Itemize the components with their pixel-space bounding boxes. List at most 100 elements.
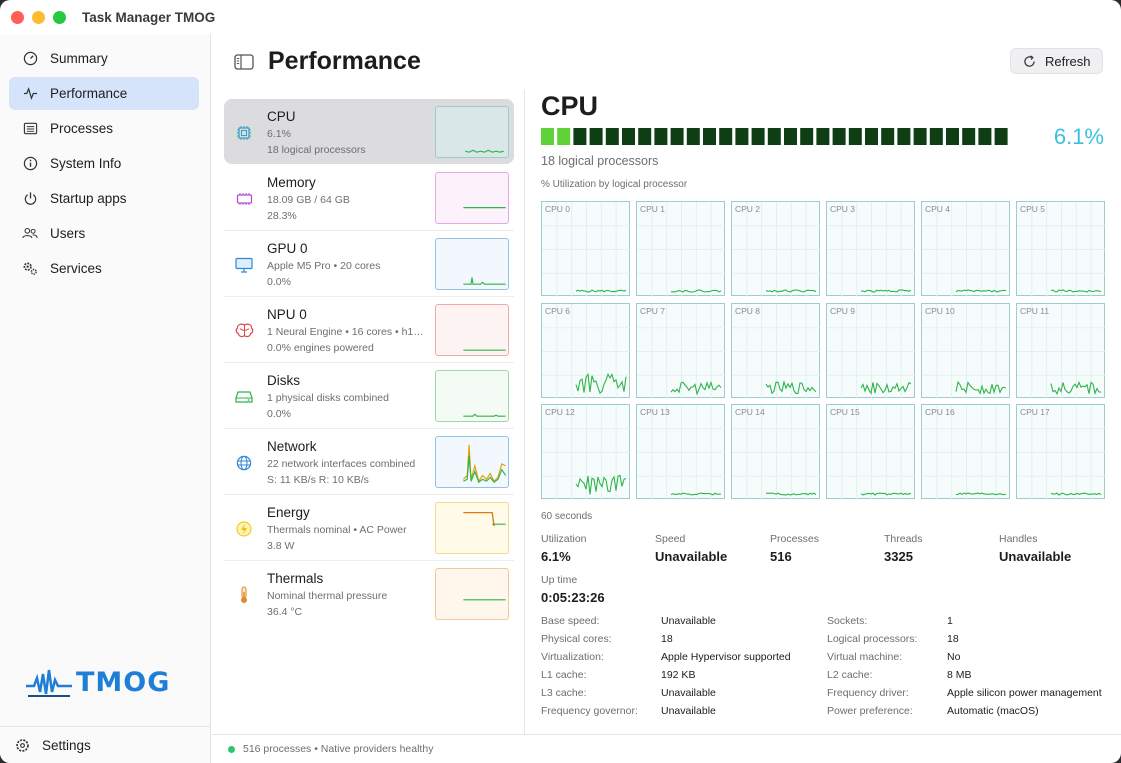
resource-name: Memory <box>267 175 316 190</box>
usage-segment <box>622 128 635 145</box>
usage-segment <box>719 128 733 145</box>
core-graph-plot <box>542 202 631 297</box>
core-graph-plot <box>922 303 1011 399</box>
info-row: Frequency governor: Unavailable Power pr… <box>541 705 1111 723</box>
info-row: Physical cores: 18 Logical processors: 1… <box>541 633 1111 651</box>
core-graph-plot <box>732 303 821 399</box>
sidebar-item-startup-apps[interactable]: Startup apps <box>9 182 199 215</box>
status-text: 516 processes • Native providers healthy <box>243 743 434 755</box>
core-label: CPU 7 <box>640 305 666 316</box>
resource-sparkline <box>435 568 509 620</box>
resource-detail: Apple M5 Pro • 20 cores <box>267 260 381 272</box>
resource-detail: Thermals nominal • AC Power <box>267 524 407 536</box>
info-key: L2 cache: <box>827 669 873 681</box>
resource-item-thermals[interactable]: Thermals Nominal thermal pressure 36.4 °… <box>224 561 514 627</box>
core-graph: CPU 8 <box>731 302 821 399</box>
users-icon <box>22 226 38 242</box>
status-bar: 516 processes • Native providers healthy <box>212 734 1121 763</box>
core-graph: CPU 7 <box>636 302 726 399</box>
logo-text: TMOG <box>76 666 171 698</box>
usage-segment <box>751 128 765 145</box>
resource-item-disks[interactable]: Disks 1 physical disks combined 0.0% <box>224 363 514 429</box>
resource-detail: 18 logical processors <box>267 144 366 156</box>
usage-segment <box>962 128 976 145</box>
core-graph-plot <box>542 303 631 399</box>
core-graph: CPU 2 <box>731 201 821 297</box>
zoom-window-button[interactable] <box>53 10 66 24</box>
window-controls <box>11 10 66 24</box>
sidebar-item-users[interactable]: Users <box>9 217 199 250</box>
usage-segment <box>994 128 1008 145</box>
sidebar-item-processes[interactable]: Processes <box>9 112 199 145</box>
usage-segment <box>865 128 878 145</box>
detail-title: CPU <box>541 91 599 121</box>
stat-utilization: Utilization 6.1% <box>541 533 587 564</box>
core-graph-plot <box>637 303 726 399</box>
usage-segment <box>897 128 911 145</box>
resource-item-network[interactable]: Network 22 network interfaces combined S… <box>224 429 514 495</box>
sidebar-item-performance[interactable]: Performance <box>9 77 199 110</box>
usage-segment <box>978 128 992 145</box>
core-label: CPU 13 <box>640 407 670 417</box>
resource-detail: 0.0% <box>267 408 291 420</box>
resource-item-cpu[interactable]: CPU 6.1% 18 logical processors <box>224 99 514 164</box>
resource-item-gpu-0[interactable]: GPU 0 Apple M5 Pro • 20 cores 0.0% <box>224 231 514 297</box>
sidebar-item-label: Performance <box>50 86 128 101</box>
power-icon <box>22 191 38 207</box>
sidebar-item-label: Summary <box>50 51 108 66</box>
stat-value: 516 <box>770 549 792 564</box>
resource-item-memory[interactable]: Memory 18.09 GB / 64 GB 28.3% <box>224 165 514 231</box>
info-value: 18 <box>947 633 959 645</box>
sidebar-toggle-icon[interactable] <box>234 54 254 75</box>
info-key: Frequency governor: <box>541 705 638 717</box>
settings-button[interactable]: Settings <box>0 726 210 763</box>
usage-segment <box>800 128 814 145</box>
core-label: CPU 2 <box>735 204 761 214</box>
graph-window-label: 60 seconds <box>541 511 593 522</box>
resource-list: CPU 6.1% 18 logical processors Memory 18… <box>224 99 514 627</box>
resource-name: GPU 0 <box>267 241 308 256</box>
core-graph-plot <box>732 202 821 297</box>
sidebar-item-system-info[interactable]: System Info <box>9 147 199 180</box>
core-graph-plot <box>827 303 916 399</box>
resource-detail: 3.8 W <box>267 540 295 552</box>
close-window-button[interactable] <box>11 10 24 24</box>
refresh-button[interactable]: Refresh <box>1010 48 1103 74</box>
core-label: CPU 10 <box>925 305 955 316</box>
usage-segment <box>848 128 862 145</box>
core-graph: CPU 1 <box>636 201 726 297</box>
minimize-window-button[interactable] <box>32 10 45 24</box>
info-key: L3 cache: <box>541 687 587 699</box>
info-row: Virtualization: Apple Hypervisor support… <box>541 651 1111 669</box>
panel-divider <box>524 90 525 734</box>
memory-icon <box>234 189 254 209</box>
core-label: CPU 1 <box>640 204 666 214</box>
refresh-icon <box>1024 54 1035 67</box>
info-value: 8 MB <box>947 669 972 681</box>
resource-name: CPU <box>267 109 296 124</box>
app-window: Task Manager TMOG Summary Performance Pr… <box>0 0 1121 763</box>
resource-detail: 0.0% <box>267 276 291 288</box>
info-value: Automatic (macOS) <box>947 705 1039 717</box>
sidebar-item-summary[interactable]: Summary <box>9 42 199 75</box>
info-value: Unavailable <box>661 687 716 699</box>
cpu-info-table: Base speed: Unavailable Sockets: 1 Physi… <box>541 615 1111 723</box>
info-key: Logical processors: <box>827 633 918 645</box>
usage-segment <box>557 128 571 145</box>
resource-item-energy[interactable]: Energy Thermals nominal • AC Power 3.8 W <box>224 495 514 561</box>
core-label: CPU 17 <box>1020 407 1050 417</box>
stat-label: Speed <box>655 533 686 545</box>
per-core-graph-grid: CPU 0 CPU 1 CPU 2 CPU 3 CPU 4 CPU 5 CPU 6 CPU 7… <box>541 201 1106 500</box>
info-value: 18 <box>661 633 673 645</box>
resource-item-npu-0[interactable]: NPU 0 1 Neural Engine • 16 cores • h1… 0… <box>224 297 514 363</box>
core-label: CPU 3 <box>830 204 856 214</box>
core-graph-plot <box>732 405 821 500</box>
resource-name: Disks <box>267 373 300 388</box>
info-value: No <box>947 651 961 663</box>
usage-segment <box>767 128 781 145</box>
resource-sparkline <box>435 502 509 554</box>
resource-sparkline <box>435 172 509 224</box>
sidebar-item-services[interactable]: Services <box>9 252 199 285</box>
resource-detail: 0.0% engines powered <box>267 342 374 354</box>
stat-handles: Handles Unavailable <box>999 533 1071 564</box>
